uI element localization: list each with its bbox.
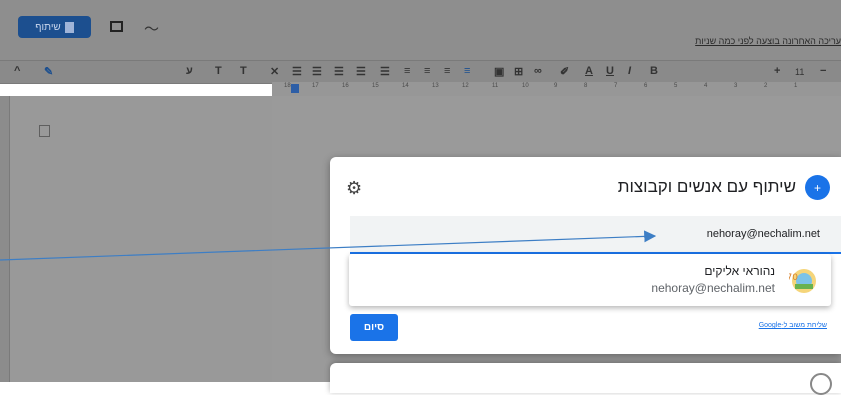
annotation-arrow [0, 230, 657, 261]
